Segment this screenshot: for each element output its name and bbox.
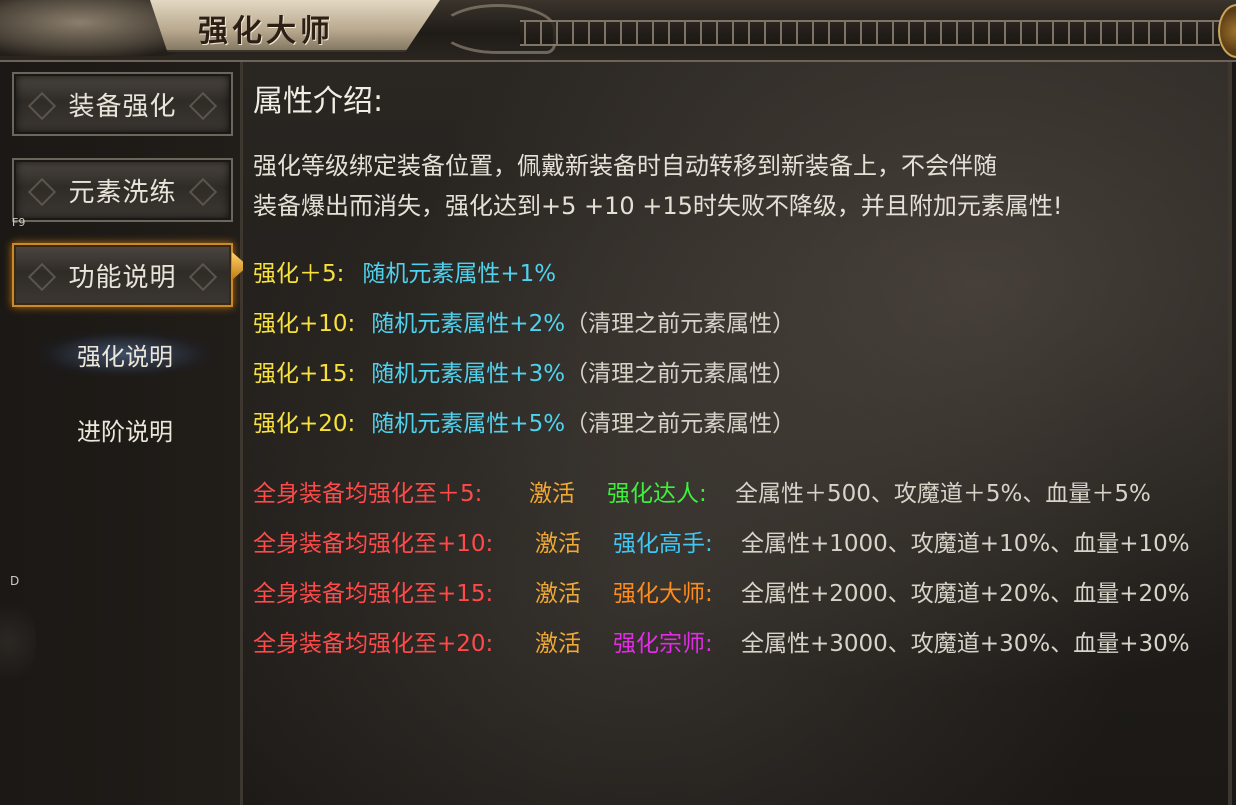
enhance-equipment-button[interactable]: 装备强化 (12, 72, 233, 136)
greek-key-border (520, 20, 1220, 46)
set-bonus: 全属性+1000、攻魔道+10%、血量+10% (741, 531, 1190, 557)
level-note: （清理之前元素属性） (565, 311, 796, 337)
level-effect: 随机元素属性+1% (362, 261, 557, 287)
level-label: 强化+20: (253, 411, 356, 437)
title-bar: 强化大师 (0, 0, 1236, 62)
function-description-label: 功能说明 (68, 262, 177, 293)
set-title: 强化达人: (607, 481, 707, 507)
set-condition: 全身装备均强化至+15: (253, 581, 494, 607)
level-effect: 随机元素属性+3% (371, 361, 566, 387)
diamond-ornament-icon (188, 262, 218, 292)
set-condition: 全身装备均强化至+10: (253, 531, 494, 557)
set-bonus-row: 全身装备均强化至＋5: 激活 强化达人: 全属性＋500、攻魔道＋5%、血量＋5% (253, 474, 1151, 508)
set-bonus-row: 全身装备均强化至+20: 激活 强化宗师: 全属性+3000、攻魔道+30%、血量+3… (253, 624, 1190, 658)
set-title: 强化宗师: (613, 631, 713, 657)
enhance-equipment-label: 装备强化 (68, 91, 177, 122)
sub-item-advance-description[interactable]: 进阶说明 (40, 407, 210, 451)
diamond-ornament-icon (27, 91, 57, 121)
set-condition: 全身装备均强化至＋5: (253, 481, 483, 507)
level-effect: 随机元素属性+5% (371, 411, 566, 437)
set-condition: 全身装备均强化至+20: (253, 631, 494, 657)
element-refine-button[interactable]: 元素洗练 (12, 158, 233, 222)
set-bonus-row: 全身装备均强化至+10: 激活 强化高手: 全属性+1000、攻魔道+10%、血量+1… (253, 524, 1190, 558)
diamond-ornament-icon (27, 262, 57, 292)
diamond-ornament-icon (188, 91, 218, 121)
sub-item-enhance-description[interactable]: 强化说明 (40, 332, 210, 376)
set-bonus-row: 全身装备均强化至+15: 激活 强化大师: 全属性+2000、攻魔道+20%、血量+2… (253, 574, 1190, 608)
corner-orb-icon (1218, 4, 1236, 58)
hotkey-d: D (10, 574, 20, 588)
set-bonus: 全属性＋500、攻魔道＋5%、血量＋5% (735, 481, 1151, 507)
activate-label: 激活 (535, 631, 581, 657)
set-bonus: 全属性+2000、攻魔道+20%、血量+20% (741, 581, 1190, 607)
description-line: 装备爆出而消失，强化达到+5 +10 +15时失败不降级，并且附加元素属性! (253, 192, 1063, 220)
level-row: 强化＋5: 随机元素属性+1% (253, 254, 556, 288)
level-label: 强化＋5: (253, 261, 345, 287)
set-title: 强化大师: (613, 581, 713, 607)
page-title: 属性介绍: (253, 84, 384, 119)
diamond-ornament-icon (27, 177, 57, 207)
level-note: （清理之前元素属性） (565, 361, 796, 387)
hotkey-f9: F9 (12, 216, 26, 229)
set-title: 强化高手: (613, 531, 713, 557)
activate-label: 激活 (535, 581, 581, 607)
level-row: 强化+10: 随机元素属性+2%（清理之前元素属性） (253, 304, 795, 338)
element-refine-label: 元素洗练 (68, 177, 177, 208)
window-title: 强化大师 (198, 14, 334, 49)
activate-label: 激活 (529, 481, 575, 507)
description-line: 强化等级绑定装备位置，佩戴新装备时自动转移到新装备上，不会伴随 (253, 152, 997, 180)
diamond-ornament-icon (188, 177, 218, 207)
level-label: 强化+15: (253, 361, 356, 387)
level-row: 强化+20: 随机元素属性+5%（清理之前元素属性） (253, 404, 795, 438)
level-effect: 随机元素属性+2% (371, 311, 566, 337)
level-note: （清理之前元素属性） (565, 411, 796, 437)
side-knob (0, 592, 36, 692)
set-bonus: 全属性+3000、攻魔道+30%、血量+30% (741, 631, 1190, 657)
level-row: 强化+15: 随机元素属性+3%（清理之前元素属性） (253, 354, 795, 388)
activate-label: 激活 (535, 531, 581, 557)
level-label: 强化+10: (253, 311, 356, 337)
function-description-button[interactable]: 功能说明 (12, 243, 233, 307)
